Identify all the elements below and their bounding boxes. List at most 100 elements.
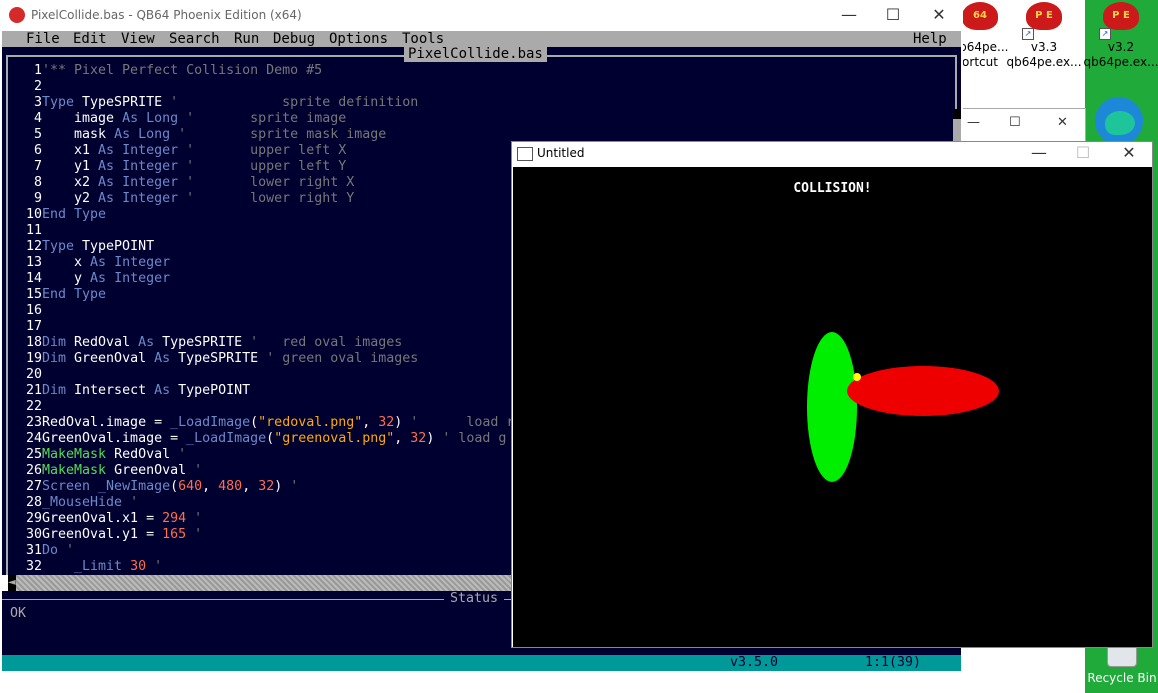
code-token: 294: [162, 511, 195, 526]
line-code: y1 As Integer ' upper left Y: [42, 159, 346, 175]
desktop-icon-qb64pe-v3-3[interactable]: P E ↗ v3.3 qb64pe.ex...: [1004, 0, 1084, 70]
code-token: As Integer: [98, 159, 187, 174]
scrollbar-thumb[interactable]: [953, 109, 961, 119]
code-token: ': [194, 511, 203, 526]
code-token: ,: [242, 479, 259, 494]
ide-window-title: PixelCollide.bas - QB64 Phoenix Edition …: [31, 8, 302, 22]
program-canvas[interactable]: COLLISION!: [513, 167, 1152, 647]
program-titlebar[interactable]: Untitled — ☐ ✕: [512, 142, 1152, 166]
code-line[interactable]: 4 image As Long ' sprite image: [8, 111, 953, 127]
line-code: x2 As Integer ' lower right X: [42, 175, 354, 191]
code-line[interactable]: 2: [8, 79, 953, 95]
line-number: 1: [33, 63, 42, 78]
line-number: 20: [25, 367, 42, 382]
menu-view[interactable]: View: [121, 31, 155, 47]
code-token: ': [178, 447, 187, 462]
code-token: ): [274, 479, 291, 494]
code-token: ): [426, 431, 443, 446]
line-code: _MouseHide ': [42, 495, 138, 511]
edge-browser-icon[interactable]: [1095, 97, 1143, 145]
code-token: ': [130, 495, 139, 510]
line-code: x As Integer: [42, 255, 170, 271]
menu-debug[interactable]: Debug: [273, 31, 315, 47]
menu-tools[interactable]: Tools: [402, 31, 444, 47]
code-token: RedOval.image =: [42, 415, 171, 430]
line-number: 3: [33, 95, 42, 110]
line-number: 11: [25, 223, 42, 238]
maximize-button[interactable]: ☐: [1060, 142, 1106, 166]
close-button[interactable]: ✕: [916, 4, 962, 28]
maximize-button[interactable]: ☐: [870, 4, 916, 28]
maximize-icon[interactable]: ☐: [1009, 115, 1021, 130]
code-token: 640: [178, 479, 203, 494]
code-token: ' lower right Y: [186, 191, 355, 206]
code-line[interactable]: 3Type TypeSPRITE ' sprite definition: [8, 95, 953, 111]
close-button[interactable]: ✕: [1106, 142, 1152, 166]
code-token: 30: [130, 559, 155, 574]
menu-file[interactable]: File: [26, 31, 60, 47]
desktop-icon-qb64pe-v3-2[interactable]: P E ↗ v3.2 qb64pe.ex...: [1081, 0, 1158, 70]
red-oval-sprite: [847, 366, 999, 416]
icon-label-line1: v3.2: [1107, 40, 1135, 54]
code-token: Do: [42, 543, 67, 558]
code-token: y: [42, 271, 91, 286]
line-number: 9: [33, 191, 42, 206]
code-token: mask: [42, 127, 115, 142]
line-number: 5: [33, 127, 42, 142]
line-number: 17: [25, 319, 42, 334]
code-token: image: [42, 111, 123, 126]
menu-search[interactable]: Search: [169, 31, 220, 47]
code-token: Dim: [42, 351, 75, 366]
code-token: As: [138, 335, 163, 350]
minimize-icon[interactable]: —: [967, 115, 980, 130]
line-code: Screen _NewImage(640, 480, 32) ': [42, 479, 298, 495]
line-code: End Type: [42, 207, 106, 223]
minimize-button[interactable]: —: [1016, 142, 1062, 166]
line-number: 12: [25, 239, 42, 254]
code-token: y1: [42, 159, 99, 174]
file-tab[interactable]: PixelCollide.bas: [404, 46, 547, 62]
line-code: MakeMask RedOval ': [42, 447, 186, 463]
code-token: x2: [42, 175, 99, 190]
window-app-icon: [517, 147, 533, 161]
code-token: 32: [258, 479, 275, 494]
background-window[interactable]: — ☐ ✕: [963, 108, 1086, 144]
line-number: 23: [25, 415, 42, 430]
code-token: ': [194, 527, 203, 542]
menu-run[interactable]: Run: [234, 31, 259, 47]
code-token: ' load r: [410, 415, 515, 430]
menu-help[interactable]: Help: [913, 31, 947, 47]
code-line[interactable]: 1'** Pixel Perfect Collision Demo #5: [8, 63, 953, 79]
code-token: ' upper left X: [186, 143, 347, 158]
code-token: '** Pixel Perfect Collision Demo #5: [42, 63, 323, 78]
menu-edit[interactable]: Edit: [73, 31, 107, 47]
code-token: (: [250, 415, 259, 430]
line-number: 18: [25, 335, 42, 350]
status-label: Status: [444, 591, 505, 607]
close-icon[interactable]: ✕: [1057, 115, 1068, 130]
code-token: ': [66, 543, 75, 558]
line-code: End Type: [42, 287, 106, 303]
code-token: TypePOINT: [178, 383, 251, 398]
code-token: RedOval: [114, 447, 179, 462]
code-token: "redoval.png": [258, 415, 363, 430]
code-token: (: [266, 431, 275, 446]
line-number: 26: [25, 463, 42, 478]
code-token: GreenOval.y1 =: [42, 527, 163, 542]
code-token: Screen: [42, 479, 99, 494]
line-number: 6: [33, 143, 42, 158]
code-token: ' upper left Y: [186, 159, 347, 174]
line-number: 25: [25, 447, 42, 462]
ide-titlebar[interactable]: PixelCollide.bas - QB64 Phoenix Edition …: [0, 0, 963, 31]
line-number: 29: [25, 511, 42, 526]
scroll-left-icon[interactable]: ◄: [8, 575, 16, 591]
code-token: ' sprite mask image: [178, 127, 387, 142]
icon-label-line1: v3.3: [1030, 40, 1058, 54]
icon-label-line2: qb64pe.ex...: [1006, 55, 1082, 69]
code-token: ' sprite image: [186, 111, 347, 126]
menu-options[interactable]: Options: [329, 31, 388, 47]
line-number: 10: [25, 207, 42, 222]
code-token: ': [194, 463, 203, 478]
minimize-button[interactable]: —: [826, 4, 872, 28]
code-token: GreenOval: [114, 463, 195, 478]
